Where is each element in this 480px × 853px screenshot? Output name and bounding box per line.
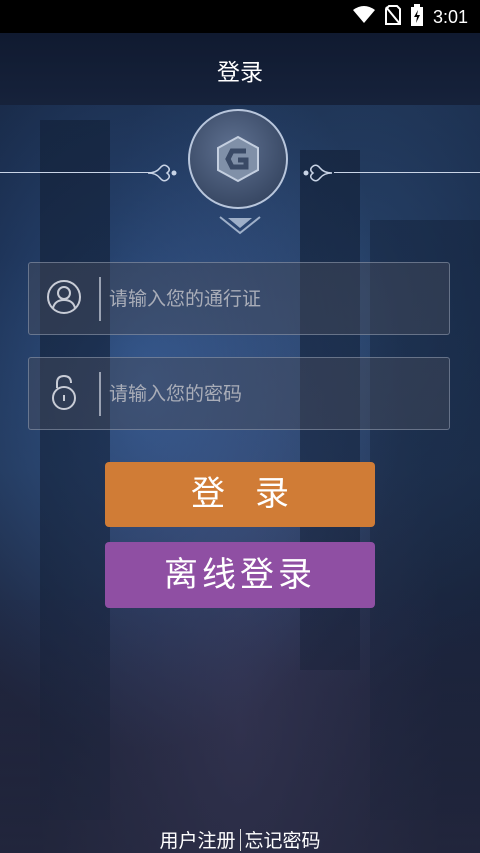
link-divider — [239, 829, 241, 851]
battery-charging-icon — [410, 4, 423, 30]
login-button[interactable]: 登录 — [105, 462, 375, 527]
username-field[interactable] — [28, 262, 450, 335]
user-icon — [46, 279, 82, 319]
field-separator — [99, 277, 101, 321]
title-bar: 登录 — [0, 33, 480, 105]
footer-links: 用户注册 忘记密码 — [0, 826, 480, 853]
no-sim-icon — [384, 5, 401, 29]
forgot-password-link[interactable]: 忘记密码 — [245, 830, 321, 852]
lock-icon — [50, 373, 78, 415]
logo-badge — [188, 109, 288, 209]
password-input[interactable] — [109, 358, 439, 429]
logo-pointer-icon — [218, 213, 262, 239]
register-link[interactable]: 用户注册 — [159, 830, 235, 852]
status-time: 3:01 — [432, 6, 468, 27]
username-input[interactable] — [109, 263, 439, 334]
page-title: 登录 — [217, 60, 263, 86]
right-ornament-icon — [300, 160, 334, 190]
field-separator — [99, 372, 101, 416]
password-field[interactable] — [28, 357, 450, 430]
offline-login-button[interactable]: 离线登录 — [105, 542, 375, 608]
left-ornament-icon — [146, 160, 180, 190]
wifi-icon — [352, 6, 375, 28]
status-bar: 3:01 — [0, 0, 480, 33]
right-divider-line — [334, 172, 480, 173]
game-logo-icon — [212, 133, 264, 189]
left-divider-line — [0, 172, 150, 173]
